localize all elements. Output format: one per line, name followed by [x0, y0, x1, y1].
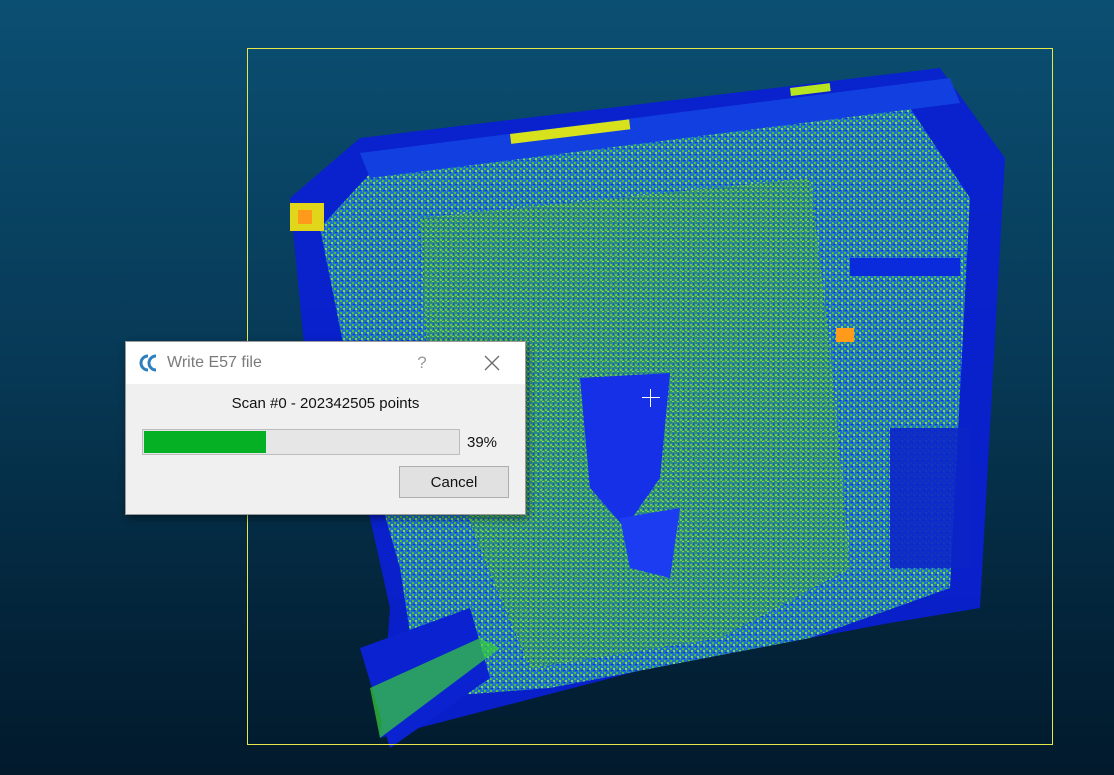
dialog-title: Write E57 file: [167, 354, 262, 371]
progress-percent: 39%: [467, 434, 498, 451]
progress-bar: [142, 429, 460, 455]
close-button[interactable]: [474, 348, 510, 378]
progress-bar-fill: [144, 431, 266, 453]
crosshair-cursor: [642, 389, 660, 407]
scan-status-label: Scan #0 - 202342505 points: [231, 395, 420, 412]
close-icon: [484, 355, 500, 371]
dialog-titlebar[interactable]: Write E57 file ?: [126, 342, 525, 384]
cancel-button[interactable]: Cancel: [399, 466, 509, 498]
cloudcompare-logo-icon: [137, 352, 161, 374]
write-e57-dialog: Write E57 file ? Scan #0 - 202342505 poi…: [125, 341, 526, 515]
help-button[interactable]: ?: [408, 350, 436, 376]
